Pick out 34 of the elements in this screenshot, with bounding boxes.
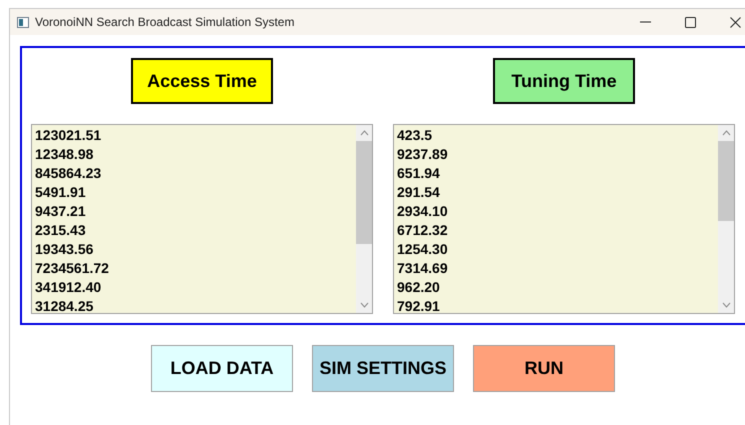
section-header: Tuning Time [493,58,635,104]
scrollbar[interactable] [718,125,734,313]
list-item[interactable]: 962.20 [397,278,718,297]
maximize-icon[interactable] [685,16,696,28]
scrollbar-thumb[interactable] [718,141,734,221]
list-item[interactable]: 9237.89 [397,145,718,164]
list-item[interactable]: 9437.21 [35,202,356,221]
list-item[interactable]: 845864.23 [35,164,356,183]
list-item[interactable]: 123021.51 [35,126,356,145]
action-button[interactable]: RUN [473,345,615,392]
action-button[interactable]: LOAD DATA [151,345,293,392]
list-item[interactable]: 291.54 [397,183,718,202]
list-item[interactable]: 7234561.72 [35,259,356,278]
scrollbar[interactable] [356,125,372,313]
list-item[interactable]: 12348.98 [35,145,356,164]
list-item[interactable]: 5491.91 [35,183,356,202]
list-item[interactable]: 792.91 [397,297,718,316]
scrollbar-thumb[interactable] [356,141,372,244]
list-item[interactable]: 423.5 [397,126,718,145]
list-item[interactable]: 1254.30 [397,240,718,259]
list-item[interactable]: 6712.32 [397,221,718,240]
minimize-icon[interactable] [640,21,651,23]
close-icon[interactable] [730,16,741,28]
list-item[interactable]: 31284.25 [35,297,356,316]
window-title: VoronoiNN Search Broadcast Simulation System [35,14,294,31]
app-icon [17,16,29,28]
list-item[interactable]: 2315.43 [35,221,356,240]
list-item[interactable]: 341912.40 [35,278,356,297]
list-item[interactable]: 2934.10 [397,202,718,221]
list-item[interactable]: 651.94 [397,164,718,183]
action-button[interactable]: SIM SETTINGS [312,345,454,392]
section-header: Access Time [131,58,273,104]
list-item[interactable]: 7314.69 [397,259,718,278]
list-item[interactable]: 19343.56 [35,240,356,259]
